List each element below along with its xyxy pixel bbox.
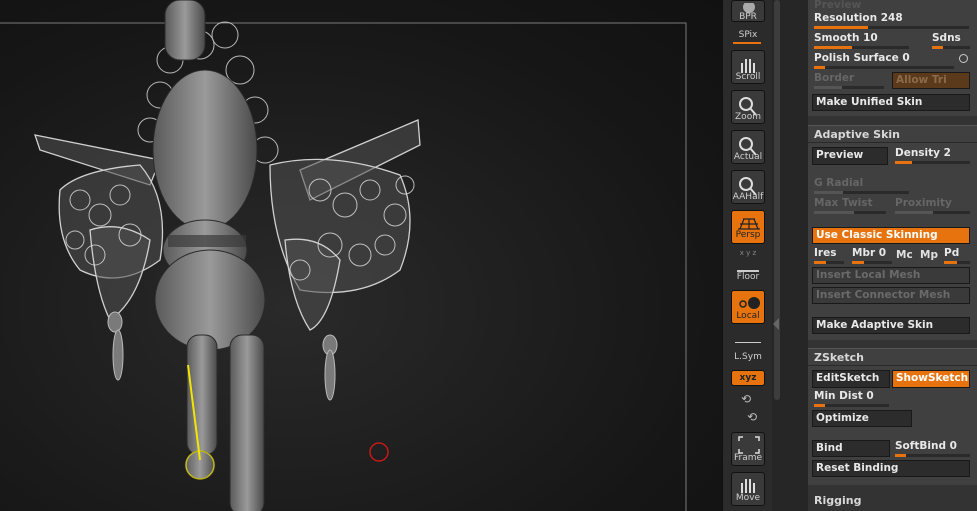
aahalf-label: AAHalf <box>732 192 764 202</box>
mp-toggle[interactable]: Mp <box>920 249 938 261</box>
floor-axes-label: x y z <box>739 249 757 257</box>
adaptive-preview-button[interactable]: Preview <box>812 147 888 165</box>
lsym-label: L.Sym <box>734 352 762 362</box>
spix-label[interactable]: SPix <box>723 30 773 40</box>
g-radial-slider[interactable]: G Radial <box>814 177 909 195</box>
frame-corners-icon <box>738 436 760 454</box>
tray-scroll-strip[interactable] <box>772 0 808 511</box>
use-classic-skinning-button[interactable]: Use Classic Skinning <box>812 227 970 244</box>
floor-label: Floor <box>736 272 760 282</box>
persp-label: Persp <box>735 230 761 240</box>
make-unified-skin-button[interactable]: Make Unified Skin <box>812 94 970 111</box>
pd-slider[interactable]: Pd <box>944 247 970 265</box>
edit-sketch-button[interactable]: EditSketch <box>812 370 890 388</box>
lsym-icon[interactable] <box>735 342 761 351</box>
show-sketch-button[interactable]: ShowSketch <box>892 370 970 388</box>
proximity-slider[interactable]: Proximity <box>895 197 970 215</box>
tool-palette-panel: Preview Resolution 248 Smooth 10 Sdns Po… <box>808 0 977 511</box>
min-dist-slider[interactable]: Min Dist 0 <box>814 390 889 408</box>
mbr-slider[interactable]: Mbr 0 <box>852 247 892 265</box>
scroll-label: Scroll <box>735 72 761 82</box>
max-twist-slider[interactable]: Max Twist <box>814 197 886 215</box>
rigging-header[interactable]: Rigging <box>814 494 861 507</box>
local-sphere-icon <box>739 297 760 309</box>
ires-slider[interactable]: Ires <box>814 247 844 265</box>
spix-slider[interactable] <box>733 42 761 44</box>
allow-tri-button[interactable]: Allow Tri <box>892 72 970 89</box>
move-label: Move <box>735 493 761 503</box>
unified-skin-group: Preview Resolution 248 Smooth 10 Sdns Po… <box>808 0 977 116</box>
resolution-slider[interactable]: Resolution 248 <box>814 12 969 30</box>
polish-toggle-icon[interactable] <box>959 54 968 63</box>
xyz-label: xyz <box>739 373 757 383</box>
floor-icon[interactable] <box>737 262 759 272</box>
actual-label: Actual <box>733 152 763 162</box>
zsketch-group: ZSketch EditSketch ShowSketch Min Dist 0… <box>808 348 977 485</box>
reset-binding-button[interactable]: Reset Binding <box>812 460 970 477</box>
rotate-y-icon[interactable]: ⟲ <box>741 392 751 406</box>
adaptive-skin-title[interactable]: Adaptive Skin <box>814 128 900 141</box>
adaptive-divider <box>808 142 977 143</box>
zsketch-divider <box>808 365 977 366</box>
density-slider[interactable]: Density 2 <box>895 147 970 165</box>
adaptive-skin-group: Adaptive Skin Preview Density 2 G Radial… <box>808 125 977 340</box>
zsketch-figure <box>0 0 687 511</box>
tray-collapse-arrow-icon[interactable] <box>773 318 779 330</box>
border-slider[interactable]: Border <box>814 72 884 90</box>
bpr-label: BPR <box>739 12 757 22</box>
move-hand-icon <box>741 479 755 493</box>
mc-toggle[interactable]: Mc <box>896 249 913 261</box>
zsketch-title[interactable]: ZSketch <box>814 351 864 364</box>
polish-surface-slider[interactable]: Polish Surface 0 <box>814 52 954 70</box>
right-toolbar: BPR SPix Scroll Zoom Actual AAHalf Persp… <box>722 0 773 511</box>
optimize-button[interactable]: Optimize <box>812 410 912 427</box>
insert-connector-mesh-button[interactable]: Insert Connector Mesh <box>812 287 970 304</box>
frame-label: Frame <box>733 453 763 463</box>
sdns-slider[interactable]: Sdns <box>932 32 970 50</box>
bind-button[interactable]: Bind <box>812 440 890 457</box>
tray-scrollbar[interactable] <box>774 0 780 400</box>
softbind-slider[interactable]: SoftBind 0 <box>895 440 970 458</box>
smooth-slider[interactable]: Smooth 10 <box>814 32 909 50</box>
rotate-z-icon[interactable]: ⟲ <box>747 410 757 424</box>
insert-local-mesh-button[interactable]: Insert Local Mesh <box>812 267 970 284</box>
local-label: Local <box>736 311 760 321</box>
zoom-label: Zoom <box>735 112 761 122</box>
make-adaptive-skin-button[interactable]: Make Adaptive Skin <box>812 317 970 334</box>
viewport-canvas[interactable] <box>0 0 722 511</box>
